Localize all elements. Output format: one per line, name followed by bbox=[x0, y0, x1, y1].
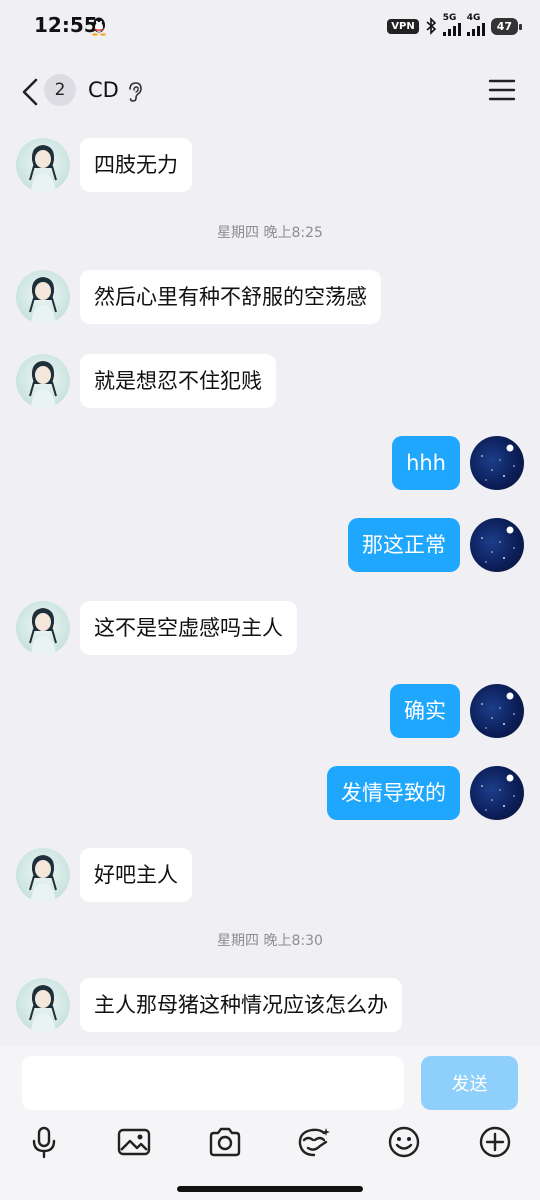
my-avatar[interactable] bbox=[470, 684, 524, 738]
message-incoming: 然后心里有种不舒服的空荡感 bbox=[16, 270, 381, 324]
mic-icon[interactable] bbox=[26, 1124, 62, 1160]
back-chevron-icon[interactable] bbox=[16, 74, 44, 110]
message-incoming: 主人那母猪这种情况应该怎么办 bbox=[16, 978, 402, 1032]
message-bubble[interactable]: 四肢无力 bbox=[80, 138, 192, 192]
message-bubble[interactable]: 就是想忍不住犯贱 bbox=[80, 354, 276, 408]
message-outgoing: 确实 bbox=[390, 684, 524, 738]
status-indicators: VPN 5G 4G 47 bbox=[387, 13, 523, 36]
message-list[interactable]: 四肢无力 星期四 晚上8:25 然后心里有种不舒服的空荡感 就是想忍不住犯贱 h… bbox=[0, 128, 540, 1046]
message-outgoing: hhh bbox=[392, 436, 524, 490]
signal-5g: 5G bbox=[442, 13, 461, 36]
menu-icon[interactable] bbox=[488, 78, 516, 102]
status-bar: 12:55 VPN 5G 4G 47 bbox=[0, 0, 540, 56]
message-bubble[interactable]: 好吧主人 bbox=[80, 848, 192, 902]
message-incoming: 就是想忍不住犯贱 bbox=[16, 354, 276, 408]
message-bubble[interactable]: 那这正常 bbox=[348, 518, 460, 572]
contact-name[interactable]: CD bbox=[88, 78, 119, 102]
contact-avatar[interactable] bbox=[16, 138, 70, 192]
message-bubble[interactable]: 然后心里有种不舒服的空荡感 bbox=[80, 270, 381, 324]
contact-avatar[interactable] bbox=[16, 354, 70, 408]
battery-indicator: 47 bbox=[490, 17, 523, 35]
composer-toolbar bbox=[0, 1124, 540, 1164]
home-indicator bbox=[177, 1186, 363, 1192]
camera-icon[interactable] bbox=[207, 1124, 243, 1160]
ear-icon[interactable] bbox=[126, 80, 144, 104]
emoji-icon[interactable] bbox=[386, 1124, 422, 1160]
message-bubble[interactable]: hhh bbox=[392, 436, 460, 490]
timestamp-divider: 星期四 晚上8:30 bbox=[217, 933, 323, 949]
send-button[interactable]: 发送 bbox=[421, 1056, 518, 1110]
my-avatar[interactable] bbox=[470, 766, 524, 820]
sticker-icon[interactable] bbox=[296, 1124, 332, 1160]
image-icon[interactable] bbox=[116, 1124, 152, 1160]
message-incoming: 这不是空虚感吗主人 bbox=[16, 601, 297, 655]
qq-penguin-icon bbox=[92, 17, 106, 36]
message-bubble[interactable]: 这不是空虚感吗主人 bbox=[80, 601, 297, 655]
status-time: 12:55 bbox=[34, 13, 98, 37]
chat-header: 2 CD bbox=[0, 56, 540, 128]
bluetooth-icon bbox=[426, 17, 436, 35]
message-incoming: 四肢无力 bbox=[16, 138, 192, 192]
message-outgoing: 那这正常 bbox=[348, 518, 524, 572]
contact-avatar[interactable] bbox=[16, 978, 70, 1032]
contact-avatar[interactable] bbox=[16, 270, 70, 324]
message-bubble[interactable]: 主人那母猪这种情况应该怎么办 bbox=[80, 978, 402, 1032]
my-avatar[interactable] bbox=[470, 436, 524, 490]
message-input[interactable] bbox=[22, 1056, 404, 1110]
composer: 发送 bbox=[0, 1046, 540, 1200]
unread-count-badge[interactable]: 2 bbox=[44, 74, 76, 106]
message-bubble[interactable]: 确实 bbox=[390, 684, 460, 738]
message-incoming: 好吧主人 bbox=[16, 848, 192, 902]
signal-4g: 4G bbox=[466, 13, 485, 36]
message-outgoing: 发情导致的 bbox=[327, 766, 524, 820]
contact-avatar[interactable] bbox=[16, 848, 70, 902]
contact-avatar[interactable] bbox=[16, 601, 70, 655]
message-bubble[interactable]: 发情导致的 bbox=[327, 766, 460, 820]
plus-icon[interactable] bbox=[477, 1124, 513, 1160]
vpn-badge: VPN bbox=[387, 18, 419, 34]
my-avatar[interactable] bbox=[470, 518, 524, 572]
timestamp-divider: 星期四 晚上8:25 bbox=[217, 225, 323, 241]
